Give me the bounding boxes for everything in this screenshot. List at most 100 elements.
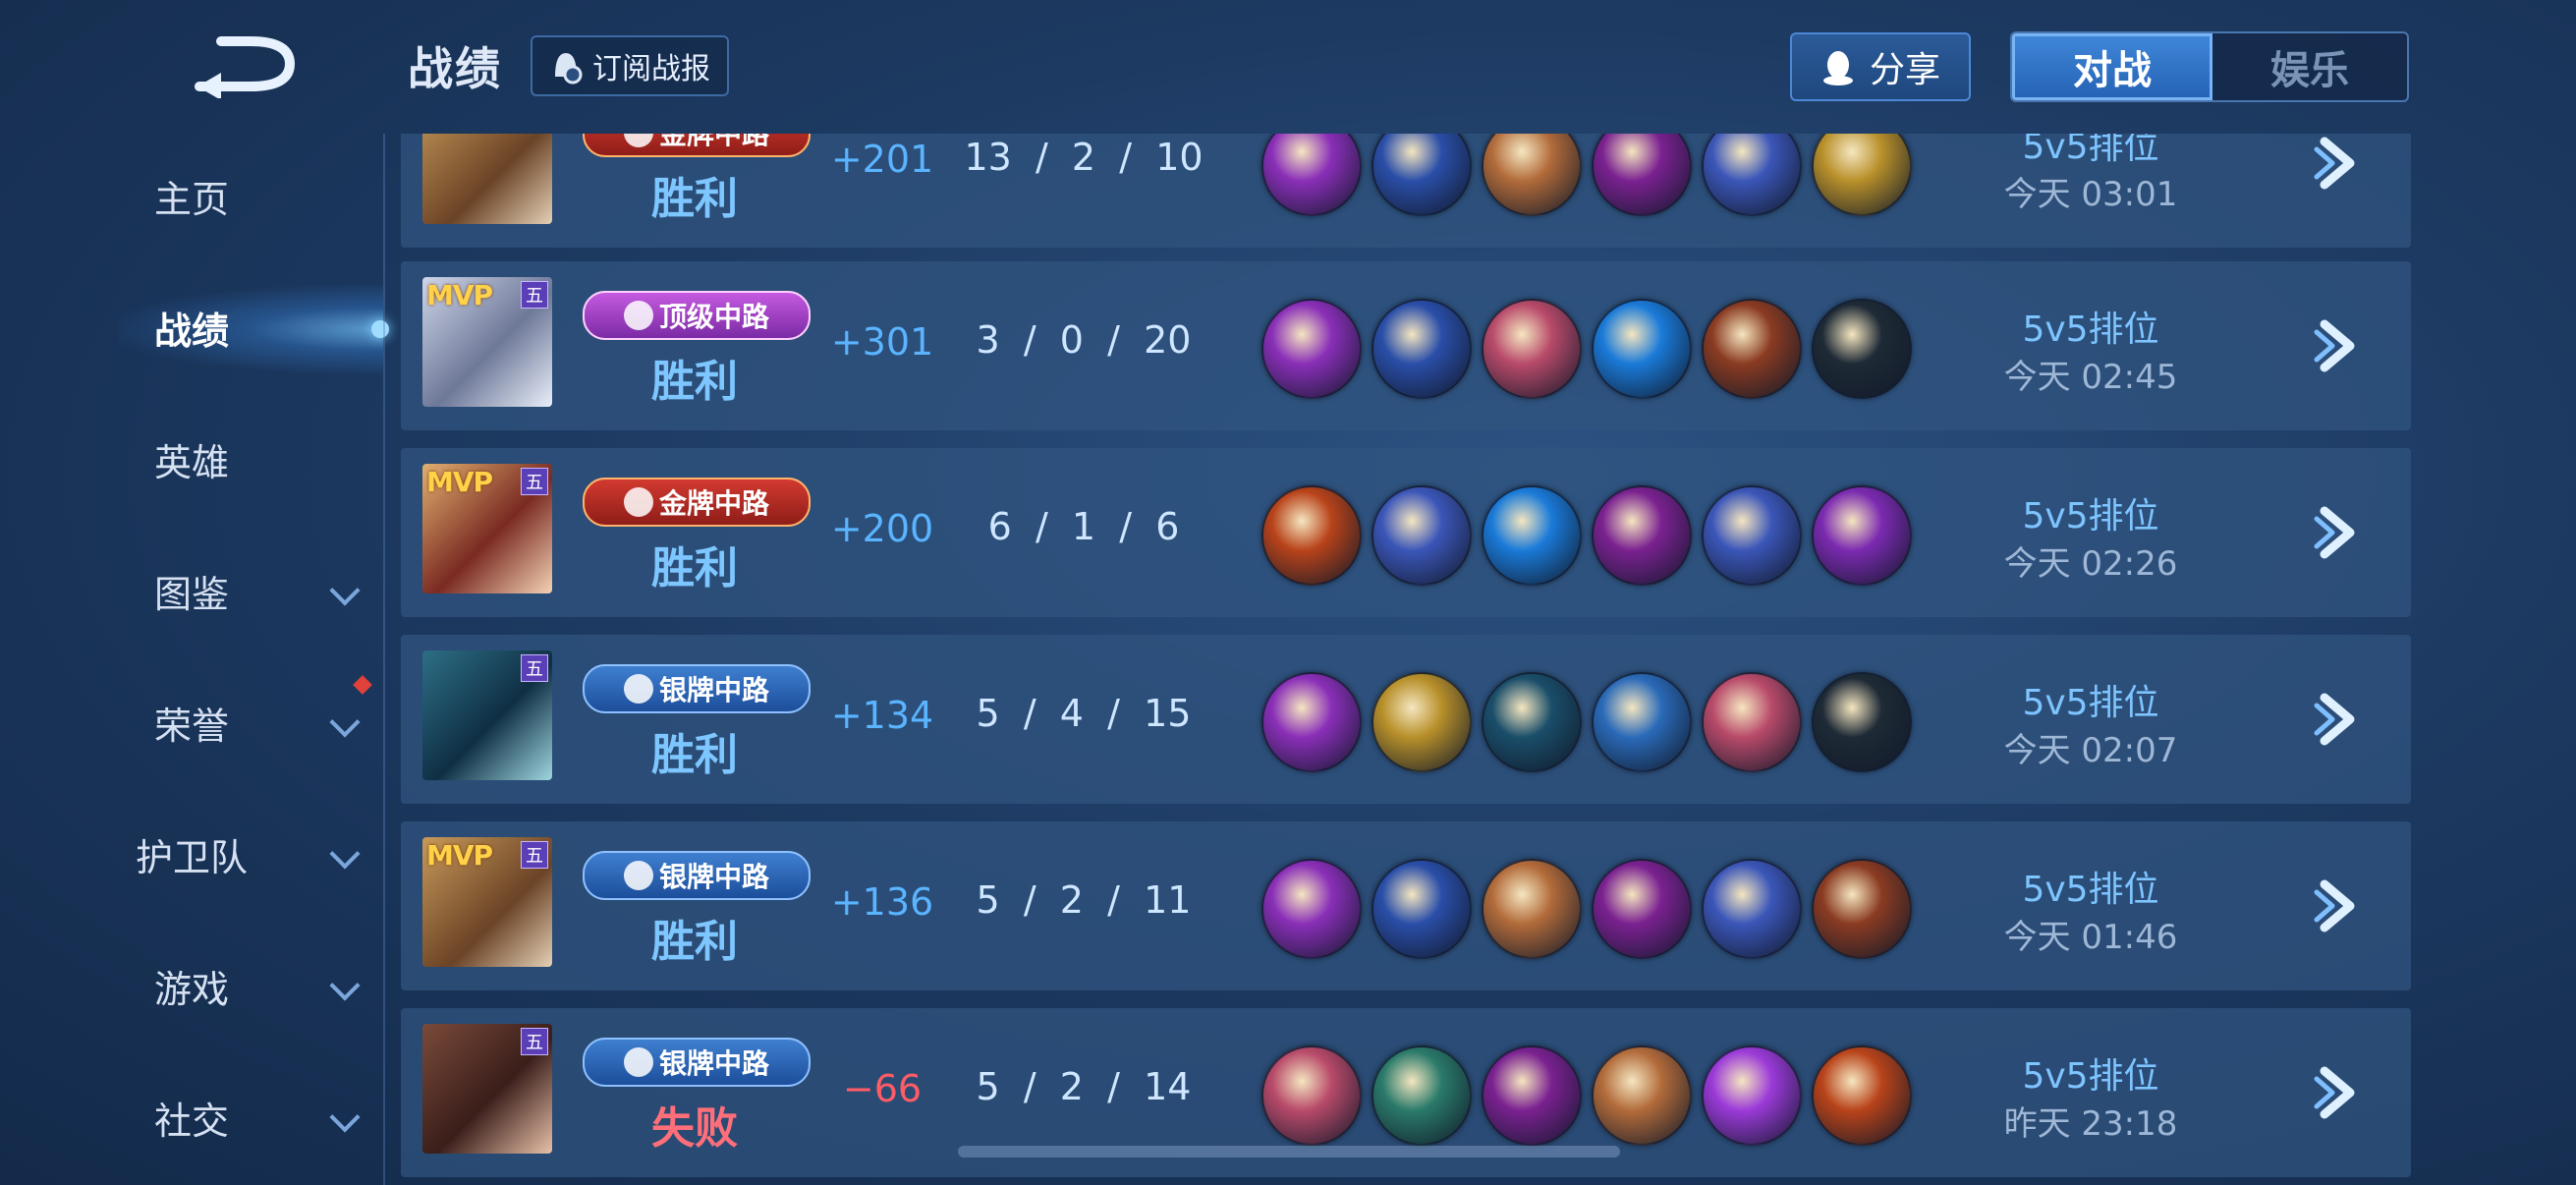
armor-boots-item-icon[interactable] xyxy=(1372,485,1472,586)
cloak-item-icon[interactable] xyxy=(1702,1045,1802,1146)
sidebar-item-game[interactable]: 游戏 xyxy=(0,941,383,1030)
share-button[interactable]: 分享 xyxy=(1790,32,1971,101)
lane-rank-badge: 银牌中路 xyxy=(583,664,811,713)
golden-cloak-item-icon[interactable] xyxy=(1261,859,1362,959)
lane-icon xyxy=(623,487,653,517)
sidebar-item-label: 英雄 xyxy=(153,440,229,484)
wizard-hat-item-icon[interactable] xyxy=(1482,1045,1582,1146)
scrollbar[interactable] xyxy=(958,1146,1620,1157)
chevron-right-icon[interactable] xyxy=(2311,503,2370,562)
match-result: 胜利 xyxy=(651,917,738,967)
tome-item-icon[interactable] xyxy=(1812,859,1912,959)
sidebar-item-label: 图鉴 xyxy=(153,572,229,616)
match-row[interactable]: 五 金牌中路胜利 +201 13 / 2 / 10 5v5排位今天 03:01 xyxy=(401,134,2411,248)
hero-portrait: MVP 五 xyxy=(422,277,552,407)
book-item-icon[interactable] xyxy=(1592,1045,1692,1146)
book-item-icon[interactable] xyxy=(1482,859,1582,959)
sidebar-item-social[interactable]: 社交 xyxy=(0,1073,383,1161)
chevron-right-icon[interactable] xyxy=(2311,876,2370,935)
chest-item-icon[interactable] xyxy=(1261,1045,1362,1146)
chest-item-icon[interactable] xyxy=(1482,299,1582,399)
sidebar-item-label: 战绩 xyxy=(153,309,229,353)
axe-item-icon[interactable] xyxy=(1261,485,1362,586)
qq-penguin-icon xyxy=(1822,51,1853,85)
tome-item-icon[interactable] xyxy=(1702,299,1802,399)
match-row[interactable]: 五银牌中路 胜利 +134 5 / 4 / 15 5v5排位 今天 02:07 xyxy=(401,635,2411,804)
scepter-item-icon[interactable] xyxy=(1812,134,1912,216)
lane-icon xyxy=(623,674,653,704)
orb-item-icon[interactable] xyxy=(1592,299,1692,399)
subscribe-icon xyxy=(555,53,583,85)
match-row[interactable]: MVP 五顶级中路 胜利 +301 3 / 0 / 20 5v5排位 今天 02:45 xyxy=(401,261,2411,430)
staff-item-icon[interactable] xyxy=(1702,859,1802,959)
boots-item-icon[interactable] xyxy=(1372,859,1472,959)
sidebar-item-guard-team[interactable]: 护卫队 xyxy=(0,810,383,898)
game-mode: 5v5排位 xyxy=(2022,870,2159,910)
rank-score-change: +134 xyxy=(830,694,934,737)
match-time: 今天 02:26 xyxy=(2003,544,2178,584)
chevron-down-icon xyxy=(329,838,361,870)
match-result: 胜利 xyxy=(651,174,738,224)
rank-score-change: −66 xyxy=(842,1067,923,1110)
sidebar: 主页战绩英雄图鉴荣誉护卫队游戏社交 xyxy=(0,134,385,1185)
match-row[interactable]: MVP 五金牌中路 胜利 +200 6 / 1 / 6 5v5排位 今天 02:26 xyxy=(401,448,2411,617)
chevron-down-icon xyxy=(329,575,361,606)
scythe-item-icon[interactable] xyxy=(1812,485,1912,586)
lane-rank-badge: 金牌中路 xyxy=(583,134,811,157)
golden-cloak-item-icon[interactable] xyxy=(1261,672,1362,772)
chest-item-icon[interactable] xyxy=(1702,672,1802,772)
match-time: 今天 01:46 xyxy=(2003,918,2178,957)
sidebar-item-home[interactable]: 主页 xyxy=(0,151,383,240)
hero-portrait: 五 xyxy=(422,134,552,224)
chevron-right-icon[interactable] xyxy=(2311,1063,2370,1122)
game-mode: 5v5排位 xyxy=(2022,496,2159,536)
mvp-tag: MVP xyxy=(426,466,493,498)
green-boots-item-icon[interactable] xyxy=(1372,1045,1472,1146)
lane-rank-label: 银牌中路 xyxy=(658,674,769,706)
gem-amulet-item-icon[interactable] xyxy=(1592,672,1692,772)
rank-score-change: +201 xyxy=(830,138,934,181)
chevron-right-icon[interactable] xyxy=(2311,134,2370,193)
five-man-badge: 五 xyxy=(521,468,548,495)
hero-portrait: MVP 五 xyxy=(422,464,552,593)
feather-item-icon[interactable] xyxy=(1812,299,1912,399)
sidebar-item-heroes[interactable]: 英雄 xyxy=(0,415,383,503)
wizard-hat-item-icon[interactable] xyxy=(1592,859,1692,959)
tab-entertainment[interactable]: 娱乐 xyxy=(2212,33,2407,100)
orb-item-icon[interactable] xyxy=(1482,485,1582,586)
sidebar-item-honor[interactable]: 荣誉 xyxy=(0,678,383,766)
armor-item-icon[interactable] xyxy=(1372,672,1472,772)
blade-item-icon[interactable] xyxy=(1482,672,1582,772)
lane-icon xyxy=(623,134,653,147)
back-arrow-icon[interactable] xyxy=(192,29,309,98)
match-time: 昨天 23:18 xyxy=(2003,1104,2178,1144)
chevron-right-icon[interactable] xyxy=(2311,316,2370,375)
subscribe-report-button[interactable]: 订阅战报 xyxy=(531,35,729,96)
boots-item-icon[interactable] xyxy=(1372,134,1472,216)
book-item-icon[interactable] xyxy=(1482,134,1582,216)
five-man-badge: 五 xyxy=(521,281,548,309)
staff-item-icon[interactable] xyxy=(1702,485,1802,586)
wizard-hat-item-icon[interactable] xyxy=(1592,134,1692,216)
hero-portrait: MVP 五 xyxy=(422,837,552,967)
sidebar-item-label: 荣誉 xyxy=(153,704,229,748)
chevron-right-icon[interactable] xyxy=(2311,690,2370,749)
kda-stats: 6 / 1 / 6 xyxy=(987,505,1180,548)
tab-battle[interactable]: 对战 xyxy=(2012,33,2212,100)
sidebar-item-record[interactable]: 战绩 xyxy=(0,283,383,371)
lane-rank-badge: 顶级中路 xyxy=(583,291,811,340)
staff-item-icon[interactable] xyxy=(1702,134,1802,216)
lane-rank-badge: 金牌中路 xyxy=(583,478,811,527)
axe-item-icon[interactable] xyxy=(1812,1045,1912,1146)
five-man-badge: 五 xyxy=(521,841,548,869)
hero-portrait: 五 xyxy=(422,1024,552,1154)
wizard-hat-item-icon[interactable] xyxy=(1592,485,1692,586)
golden-cloak-item-icon[interactable] xyxy=(1261,134,1362,216)
boots-item-icon[interactable] xyxy=(1372,299,1472,399)
match-row[interactable]: MVP 五银牌中路 胜利 +136 5 / 2 / 11 5v5排位 今天 01:46 xyxy=(401,821,2411,990)
kda-stats: 3 / 0 / 20 xyxy=(976,318,1192,362)
sidebar-item-gallery[interactable]: 图鉴 xyxy=(0,546,383,635)
chevron-down-icon xyxy=(329,706,361,738)
golden-cloak-item-icon[interactable] xyxy=(1261,299,1362,399)
crystal-item-icon[interactable] xyxy=(1812,672,1912,772)
